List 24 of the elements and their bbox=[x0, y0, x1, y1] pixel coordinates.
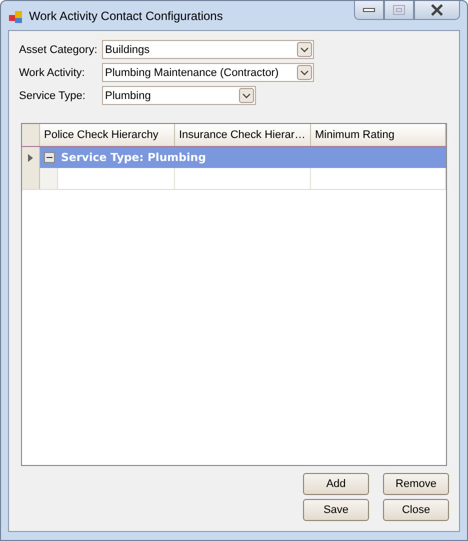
minimize-icon bbox=[363, 7, 375, 13]
dialog-button[interactable]: Save bbox=[303, 499, 369, 521]
dropdown-field[interactable]: Buildings bbox=[102, 40, 314, 59]
collapse-icon[interactable] bbox=[44, 152, 55, 163]
close-button[interactable] bbox=[414, 1, 460, 20]
field-label: Service Type: bbox=[19, 90, 86, 102]
maximize-icon bbox=[393, 5, 405, 15]
dropdown-field[interactable]: Plumbing bbox=[102, 86, 256, 105]
close-icon bbox=[430, 4, 444, 16]
field-label: Work Activity: bbox=[19, 66, 86, 78]
dialog-button[interactable]: Remove bbox=[383, 473, 449, 495]
dialog-button[interactable]: Close bbox=[383, 499, 449, 521]
column-header[interactable]: Insurance Check Hierar… bbox=[175, 124, 311, 146]
current-row-icon bbox=[28, 154, 33, 162]
column-header[interactable]: Minimum Rating bbox=[311, 124, 446, 146]
dialog-button[interactable]: Add bbox=[303, 473, 369, 495]
minimize-button[interactable] bbox=[354, 1, 384, 20]
window-title: Work Activity Contact Configurations bbox=[29, 9, 223, 23]
field-label: Asset Category: bbox=[19, 44, 98, 56]
group-row-label: Service Type: Plumbing bbox=[61, 151, 206, 164]
app-icon bbox=[9, 10, 23, 24]
column-header[interactable]: Police Check Hierarchy bbox=[40, 124, 175, 146]
dropdown-field[interactable]: Plumbing Maintenance (Contractor) bbox=[102, 63, 314, 82]
row-header[interactable] bbox=[22, 147, 40, 168]
